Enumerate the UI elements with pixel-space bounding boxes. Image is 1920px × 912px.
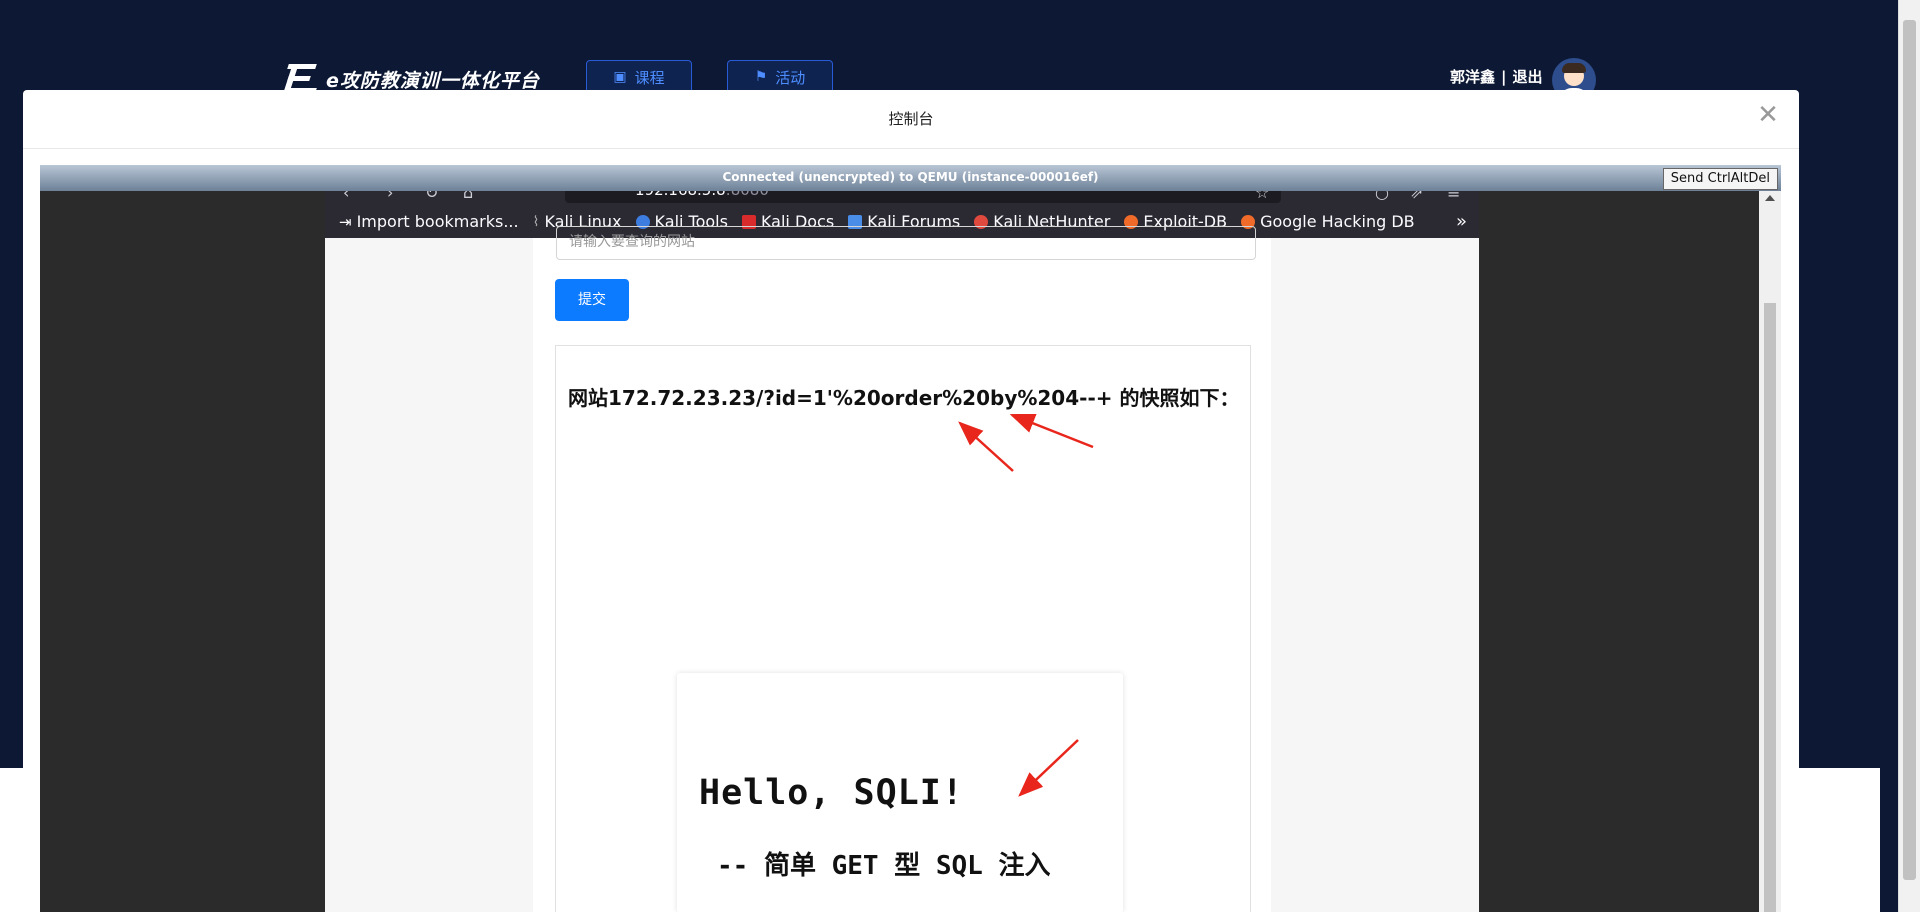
page-scrollbar-thumb[interactable] [1903, 20, 1916, 880]
kali-dragon-icon: ⌇ [532, 213, 540, 230]
hello-subtitle: -- 简单 GET 型 SQL 注入 [717, 851, 1051, 881]
bookmark-label: Import bookmarks... [356, 212, 519, 231]
console-modal: 控制台 ✕ Connected (unencrypted) to QEMU (i… [23, 90, 1799, 912]
bookmarks-overflow-icon[interactable]: » [1456, 211, 1467, 232]
vnc-scrollbar[interactable] [1759, 191, 1781, 912]
browser-viewport: 请输入要查询的网站 提交 网站172.72.23.23/?id=1'%20ord… [325, 226, 1479, 912]
firefox-toolbar: ‹ › ↻ ⌂ 192.168.5.8:8080 ☆ ○ ⇗ ≡ [325, 191, 1479, 205]
snapshot-panel: 网站172.72.23.23/?id=1'%20order%20by%204--… [555, 345, 1251, 912]
vnc-status-bar: Connected (unencrypted) to QEMU (instanc… [40, 165, 1781, 191]
extensions-icon[interactable]: ⇗ [1410, 191, 1423, 202]
reload-icon[interactable]: ↻ [425, 191, 438, 202]
page-scrollbar[interactable] [1898, 0, 1920, 912]
send-ctrl-alt-del-button[interactable]: Send CtrlAltDel [1662, 168, 1778, 190]
url-bar[interactable]: 192.168.5.8:8080 [565, 191, 1281, 203]
bookmark-star-icon[interactable]: ☆ [1255, 191, 1269, 202]
user-separator: | [1501, 67, 1507, 86]
close-icon[interactable]: ✕ [1753, 100, 1783, 130]
home-icon[interactable]: ⌂ [463, 191, 473, 202]
bookmark-ghdb[interactable]: Google Hacking DB [1241, 212, 1415, 231]
import-icon: ⇥ [339, 212, 352, 231]
vnc-scrollbar-thumb[interactable] [1764, 303, 1776, 912]
user-area: 郭洋鑫 | 退出 [1450, 66, 1543, 87]
user-name[interactable]: 郭洋鑫 [1450, 66, 1495, 87]
firefox-window: ‹ › ↻ ⌂ 192.168.5.8:8080 ☆ ○ ⇗ ≡ ⇥ Impor… [325, 191, 1479, 912]
bookmark-label: Google Hacking DB [1260, 212, 1415, 231]
snapshot-preview-card: Hello, SQLI! -- 简单 GET 型 SQL 注入 [677, 673, 1123, 912]
platform-name: e攻防教演训一体化平台 [326, 69, 540, 92]
account-icon[interactable]: ○ [1375, 191, 1389, 202]
platform-header: e攻防教演训一体化平台 ▣ 课程 ⚑ 活动 郭洋鑫 | 退出 [0, 0, 1880, 102]
back-icon[interactable]: ‹ [343, 191, 349, 202]
page-content-card: 请输入要查询的网站 提交 网站172.72.23.23/?id=1'%20ord… [533, 226, 1271, 912]
vnc-status-text: Connected (unencrypted) to QEMU (instanc… [722, 170, 1099, 184]
nav-activity-label: 活动 [775, 68, 806, 87]
modal-header: 控制台 ✕ [23, 90, 1799, 149]
vnc-console[interactable]: Connected (unencrypted) to QEMU (instanc… [40, 165, 1781, 912]
site-query-input[interactable]: 请输入要查询的网站 [556, 226, 1256, 260]
logout-link[interactable]: 退出 [1513, 66, 1543, 87]
nav-activity-button[interactable]: ⚑ 活动 [727, 60, 833, 94]
bookmark-import[interactable]: ⇥ Import bookmarks... [339, 212, 519, 231]
url-text: 192.168.5.8:8080 [635, 191, 769, 199]
scroll-up-icon[interactable] [1765, 195, 1775, 201]
book-icon: ▣ [613, 69, 627, 85]
snapshot-heading: 网站172.72.23.23/?id=1'%20order%20by%204--… [568, 386, 1240, 410]
nav-course-label: 课程 [634, 68, 665, 87]
forward-icon[interactable]: › [387, 191, 393, 202]
flag-icon: ⚑ [754, 69, 768, 85]
submit-button[interactable]: 提交 [555, 279, 629, 321]
hello-title: Hello, SQLI! [699, 773, 964, 813]
modal-title: 控制台 [888, 110, 934, 128]
nav-course-button[interactable]: ▣ 课程 [586, 60, 692, 94]
menu-icon[interactable]: ≡ [1447, 191, 1460, 202]
